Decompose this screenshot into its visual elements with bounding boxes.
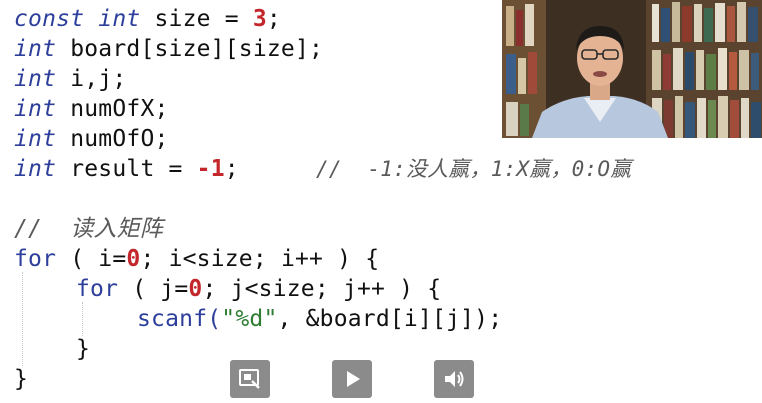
code-line-8: for ( i=0; i<size; i++ ) { [14, 244, 379, 274]
keyword: int [14, 96, 57, 122]
presenter-video-thumbnail [502, 0, 762, 138]
number-literal: 0 [126, 246, 141, 272]
code-text: numOfX; [56, 96, 169, 122]
code-line-5: int numOfO; [14, 124, 169, 154]
play-icon [347, 371, 360, 387]
exit-fullscreen-button[interactable] [230, 360, 270, 398]
code-line-2: int board[size][size]; [14, 34, 323, 64]
code-text: ; [266, 6, 281, 32]
keyword: for [76, 276, 119, 302]
string-literal: "%d" [221, 306, 278, 332]
code-text: , &board[i][j]); [277, 306, 503, 332]
indent-guide [22, 272, 23, 366]
keyword: const int [14, 6, 141, 32]
function-name: scanf( [137, 306, 222, 332]
exit-fullscreen-icon [239, 369, 260, 389]
number-literal: 0 [188, 276, 203, 302]
presenter-video[interactable] [502, 0, 762, 138]
keyword: int [14, 66, 57, 92]
code-line-10: scanf("%d", &board[i][j]); [137, 304, 502, 334]
code-text: i,j; [56, 66, 127, 92]
volume-button[interactable] [434, 360, 474, 398]
code-text: ( j= [118, 276, 189, 302]
code-line-3: int i,j; [14, 64, 126, 94]
code-text: size = [140, 6, 253, 32]
video-controls [0, 356, 762, 403]
code-text: ; i<size; i++ ) { [140, 246, 380, 272]
code-line-9: for ( j=0; j<size; j++ ) { [76, 274, 441, 304]
keyword: int [14, 36, 57, 62]
code-text: numOfO; [56, 126, 169, 152]
number-literal: 3 [252, 6, 267, 32]
code-comment: // 读入矩阵 [14, 216, 163, 242]
volume-icon [445, 371, 464, 387]
indent-guide [82, 302, 83, 336]
play-button[interactable] [332, 360, 372, 398]
code-text: ( i= [56, 246, 127, 272]
code-line-6: int result = -1; [14, 154, 239, 184]
code-line-1: const int size = 3; [14, 4, 281, 34]
code-text: result = [56, 156, 197, 182]
keyword: int [14, 156, 57, 182]
code-text: ; j<size; j++ ) { [202, 276, 442, 302]
code-line-4: int numOfX; [14, 94, 169, 124]
code-text: ; [224, 156, 239, 182]
code-comment: // -1:没人赢，1:X赢，0:O赢 [316, 157, 632, 181]
keyword: int [14, 126, 57, 152]
code-text: board[size][size]; [56, 36, 324, 62]
keyword: for [14, 246, 57, 272]
number-literal: -1 [196, 156, 225, 182]
